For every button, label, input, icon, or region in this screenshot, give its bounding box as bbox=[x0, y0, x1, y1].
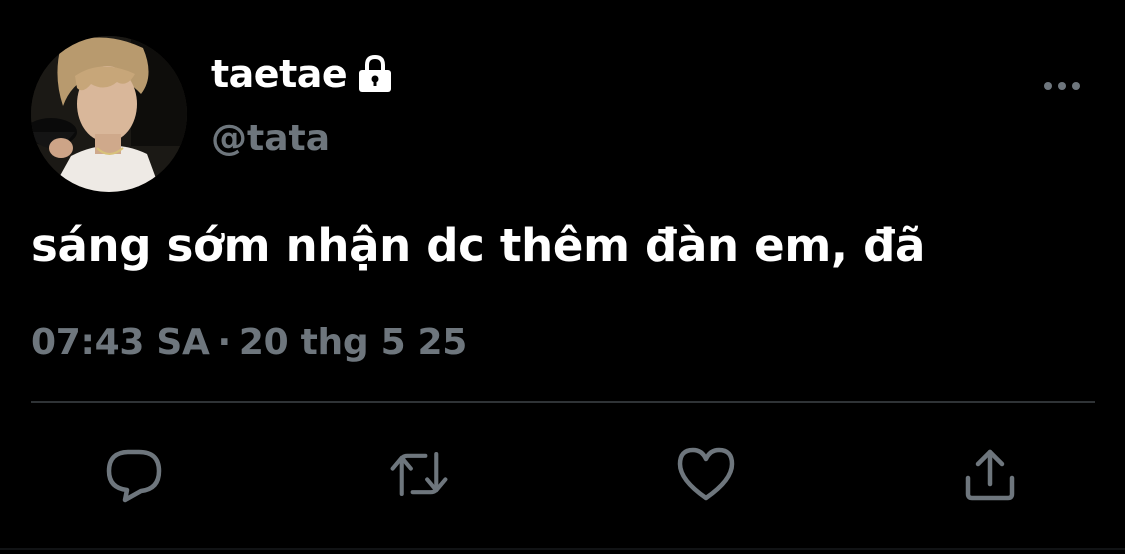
tweet-timestamp[interactable]: 07:43 SA · 20 thg 5 25 bbox=[31, 322, 467, 363]
share-icon bbox=[965, 449, 1015, 501]
like-button[interactable] bbox=[676, 444, 736, 504]
tweet-text: sáng sớm nhận dc thêm đàn em, đã bbox=[31, 219, 926, 272]
retweet-icon bbox=[390, 451, 448, 497]
timestamp-separator: · bbox=[217, 322, 232, 363]
lock-icon bbox=[355, 54, 395, 94]
divider bbox=[31, 401, 1095, 403]
heart-icon bbox=[677, 447, 735, 501]
user-handle[interactable]: @tata bbox=[211, 118, 330, 159]
avatar-image bbox=[31, 36, 187, 192]
display-name-row[interactable]: taetae bbox=[211, 52, 395, 96]
reply-button[interactable] bbox=[105, 444, 165, 504]
display-name[interactable]: taetae bbox=[211, 52, 348, 96]
reply-icon bbox=[106, 449, 162, 503]
more-options-icon[interactable] bbox=[1040, 72, 1084, 100]
retweet-button[interactable] bbox=[389, 444, 449, 504]
share-button[interactable] bbox=[960, 444, 1020, 504]
bottom-divider bbox=[0, 548, 1125, 550]
avatar[interactable] bbox=[31, 36, 187, 192]
tweet-date[interactable]: 20 thg 5 25 bbox=[239, 322, 467, 363]
tweet-time[interactable]: 07:43 SA bbox=[31, 322, 210, 363]
